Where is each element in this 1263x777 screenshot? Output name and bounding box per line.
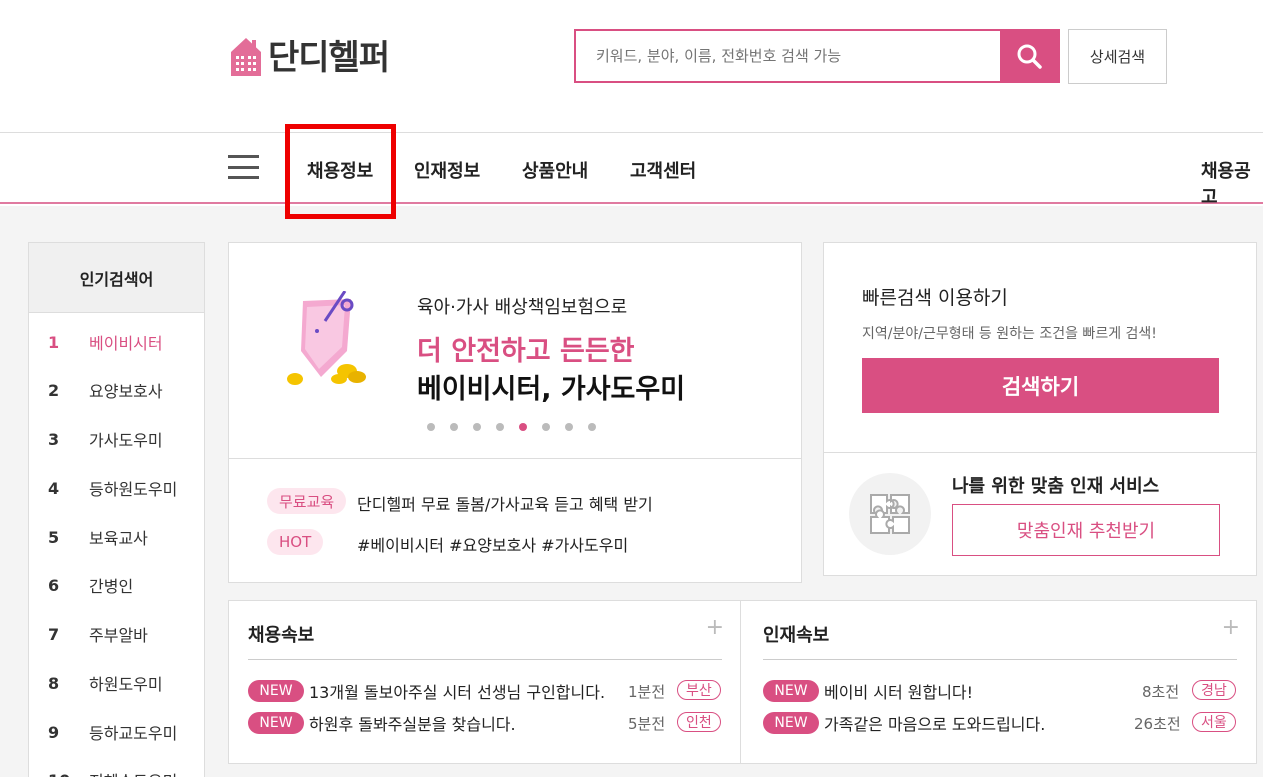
divider	[763, 659, 1237, 660]
search-input[interactable]	[576, 31, 1000, 81]
match-service-title: 나를 위한 맞춤 인재 서비스	[952, 476, 1160, 497]
news-time: 8초전	[1142, 683, 1180, 701]
popular-item[interactable]: 9 등하교도우미	[29, 717, 177, 747]
site-header: 단디헬퍼 상세검색	[0, 0, 1263, 133]
region-badge: 경남	[1192, 680, 1236, 700]
new-badge: NEW	[763, 712, 819, 734]
insurance-document-icon	[287, 291, 366, 385]
news-time: 26초전	[1134, 715, 1181, 733]
pagination-dot[interactable]	[565, 423, 573, 431]
popular-title: 인기검색어	[29, 243, 204, 313]
divider	[824, 452, 1256, 453]
popular-keywords: 인기검색어 1 베이비시터 2 요양보호사 3 가사도우미 4 등하원도우미 5 보육교사…	[28, 242, 205, 777]
divider	[248, 659, 722, 660]
hot-keywords-link[interactable]: #베이비시터 #요양보호사 #가사도우미	[357, 532, 628, 556]
popular-item[interactable]: 6 간병인	[29, 570, 133, 600]
nav-item-products[interactable]: 상품안내	[522, 157, 588, 183]
promo-banner[interactable]: 육아·가사 배상책임보험으로 더 안전하고 든든한 베이비시터, 가사도우미 무…	[228, 242, 802, 583]
banner-pagination	[427, 423, 596, 431]
more-plus-icon[interactable]: +	[706, 615, 724, 640]
new-badge: NEW	[248, 712, 304, 734]
talent-news-title: 인재속보	[763, 625, 830, 646]
banner-headline-pink: 더 안전하고 든든한	[417, 336, 635, 367]
news-row[interactable]: NEW 베이비 시터 원합니다!	[763, 679, 973, 703]
talent-news-panel: 인재속보 + NEW 베이비 시터 원합니다! 8초전 경남 NEW 가족같은 …	[740, 600, 1257, 764]
logo-text: 단디헬퍼	[268, 38, 390, 78]
pagination-dot-active[interactable]	[519, 423, 527, 431]
quick-search-button[interactable]: 검색하기	[862, 358, 1219, 413]
popular-item[interactable]: 2 요양보호사	[29, 375, 163, 405]
news-text: 13개월 돌보아주실 시터 선생님 구인합니다.	[309, 683, 606, 702]
news-row[interactable]: NEW 13개월 돌보아주실 시터 선생님 구인합니다.	[248, 679, 605, 703]
popular-item[interactable]: 4 등하원도우미	[29, 473, 177, 503]
banner-headline-black: 베이비시터, 가사도우미	[417, 374, 686, 405]
region-badge: 서울	[1192, 712, 1236, 732]
news-text: 가족같은 마음으로 도와드립니다.	[824, 715, 1046, 734]
nav-item-talent[interactable]: 인재정보	[414, 157, 480, 183]
hot-tag: HOT	[267, 529, 324, 555]
pagination-dot[interactable]	[542, 423, 550, 431]
pagination-dot[interactable]	[427, 423, 435, 431]
news-row[interactable]: NEW 가족같은 마음으로 도와드립니다.	[763, 711, 1045, 735]
logo[interactable]: 단디헬퍼	[228, 30, 390, 79]
nav-item-jobs[interactable]: 채용정보	[307, 157, 373, 183]
search-box	[574, 29, 1060, 83]
popular-item[interactable]: 3 가사도우미	[29, 424, 163, 454]
puzzle-icon	[849, 473, 931, 555]
divider	[229, 458, 801, 459]
banner-subtitle: 육아·가사 배상책임보험으로	[417, 297, 628, 318]
pagination-dot[interactable]	[496, 423, 504, 431]
news-text: 하원후 돌봐주실분을 찾습니다.	[309, 715, 516, 734]
main-nav: 채용정보 인재정보 상품안내 고객센터 채용공고	[0, 133, 1263, 208]
pagination-dot[interactable]	[450, 423, 458, 431]
menu-icon[interactable]	[228, 155, 259, 179]
region-badge: 인천	[677, 712, 721, 732]
free-edu-tag: 무료교육	[267, 488, 347, 514]
popular-item[interactable]: 7 주부알바	[29, 619, 148, 649]
popular-item[interactable]: 5 보육교사	[29, 522, 148, 552]
new-badge: NEW	[763, 680, 819, 702]
search-icon	[1017, 44, 1042, 69]
popular-item[interactable]: 8 하원도우미	[29, 668, 163, 698]
more-plus-icon[interactable]: +	[1222, 615, 1240, 640]
pagination-dot[interactable]	[588, 423, 596, 431]
detail-search-button[interactable]: 상세검색	[1068, 29, 1167, 84]
new-badge: NEW	[248, 680, 304, 702]
popular-item[interactable]: 10지혜수도우미	[29, 765, 177, 777]
popular-item[interactable]: 1 베이비시터	[29, 327, 163, 357]
news-text: 베이비 시터 원합니다!	[824, 683, 974, 702]
house-logo-icon	[228, 32, 264, 78]
news-time: 5분전	[628, 715, 666, 733]
nav-item-support[interactable]: 고객센터	[630, 157, 696, 183]
news-row[interactable]: NEW 하원후 돌봐주실분을 찾습니다.	[248, 711, 516, 735]
news-time: 1분전	[628, 683, 666, 701]
match-recommend-button[interactable]: 맞춤인재 추천받기	[952, 504, 1220, 556]
quick-search-panel: 빠른검색 이용하기 지역/분야/근무형태 등 원하는 조건을 빠르게 검색! 검…	[823, 242, 1257, 576]
pagination-dot[interactable]	[473, 423, 481, 431]
search-button[interactable]	[1000, 31, 1058, 81]
region-badge: 부산	[677, 680, 721, 700]
jobs-news-panel: 채용속보 + NEW 13개월 돌보아주실 시터 선생님 구인합니다. 1분전 …	[228, 600, 741, 764]
jobs-news-title: 채용속보	[248, 625, 315, 646]
free-edu-link[interactable]: 단디헬퍼 무료 돌봄/가사교육 듣고 혜택 받기	[357, 491, 653, 515]
quick-search-desc: 지역/분야/근무형태 등 원하는 조건을 빠르게 검색!	[862, 326, 1157, 342]
nav-item-job-posting[interactable]: 채용공고	[1201, 157, 1263, 209]
quick-search-title: 빠른검색 이용하기	[862, 287, 1008, 309]
